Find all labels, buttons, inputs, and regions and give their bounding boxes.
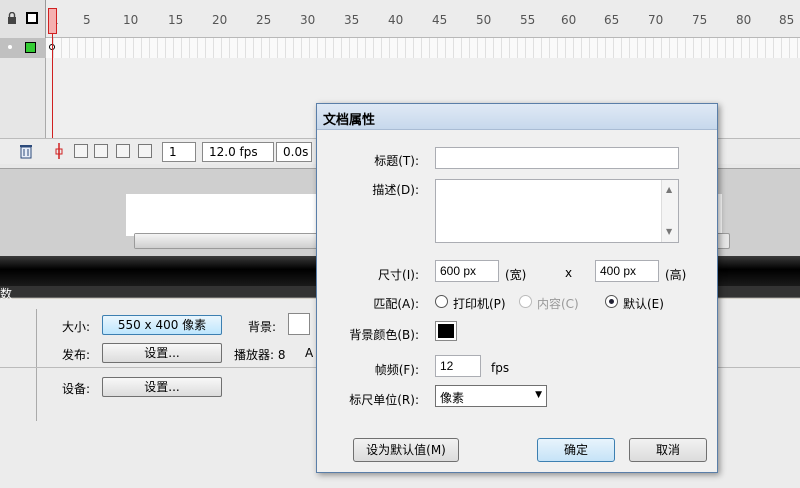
description-textarea[interactable]: ▲ ▼	[435, 179, 679, 243]
timeline-header: 1 5 10 15 20 25 30 35 40 45 50 55 60 65 …	[0, 0, 800, 38]
frame-number: 40	[388, 13, 404, 27]
match-default-label[interactable]: 默认(E)	[623, 295, 664, 312]
frame-number: 60	[561, 13, 577, 27]
actionscript-label: A	[305, 346, 314, 360]
frame-number: 55	[520, 13, 536, 27]
width-input[interactable]	[435, 260, 499, 282]
frame-number: 75	[692, 13, 708, 27]
layer-controls[interactable]	[0, 38, 46, 58]
frame-rate-input[interactable]	[435, 355, 481, 377]
background-color-swatch[interactable]	[288, 313, 310, 335]
ruler-units-label: 标尺单位(R):	[349, 393, 419, 407]
frame-number: 85	[779, 13, 795, 27]
match-contents-label: 内容(C)	[537, 297, 579, 311]
dialog-title[interactable]: 文档属性	[317, 104, 717, 130]
frame-rate-label: 帧频(F):	[374, 363, 419, 377]
frame-number: 65	[604, 13, 620, 27]
frame-number: 5	[83, 13, 91, 27]
match-label: 匹配(A):	[373, 297, 419, 311]
lock-icon[interactable]	[6, 11, 18, 24]
current-frame-field: 1	[162, 142, 196, 162]
frame-number: 25	[256, 13, 272, 27]
bg-color-picker[interactable]	[435, 321, 457, 341]
frame-number: 35	[344, 13, 360, 27]
device-label: 设备:	[62, 382, 91, 396]
match-contents-radio	[519, 295, 532, 308]
layer-color-icon[interactable]	[25, 42, 36, 53]
frame-rate-unit: fps	[491, 361, 510, 375]
cancel-button[interactable]: 取消	[629, 438, 707, 462]
frame-number: 70	[648, 13, 664, 27]
match-default-radio[interactable]	[605, 295, 618, 308]
frame-number: 50	[476, 13, 492, 27]
bg-color-fill	[438, 324, 454, 338]
layer-row[interactable]	[0, 38, 800, 58]
background-label: 背景:	[248, 320, 277, 334]
scroll-up-icon[interactable]: ▲	[666, 183, 672, 197]
document-size-button[interactable]: 550 x 400 像素	[102, 315, 222, 335]
frame-number: 45	[432, 13, 448, 27]
publish-settings-button[interactable]: 设置...	[102, 343, 222, 363]
frame-cells[interactable]	[46, 38, 800, 58]
title-field-label: 标题(T):	[374, 154, 419, 168]
ruler-units-value: 像素	[440, 391, 465, 405]
visibility-dot-icon[interactable]	[8, 45, 12, 49]
description-label: 描述(D):	[372, 183, 419, 197]
size-label: 大小:	[62, 320, 91, 334]
trash-icon[interactable]	[18, 143, 34, 162]
make-default-button[interactable]: 设为默认值(M)	[353, 438, 459, 462]
modify-markers-icon[interactable]	[138, 144, 152, 158]
frame-number: 10	[123, 13, 139, 27]
description-scrollbar[interactable]: ▲ ▼	[661, 180, 678, 242]
onion-outline-icon[interactable]	[94, 144, 108, 158]
ruler-units-select[interactable]: 像素 ▼	[435, 385, 547, 407]
width-unit-label: (宽)	[505, 268, 527, 282]
height-unit-label: (高)	[665, 268, 687, 282]
onion-skin-icon[interactable]	[74, 144, 88, 158]
bg-color-label: 背景颜色(B):	[349, 328, 419, 342]
document-properties-dialog: 文档属性 标题(T): 描述(D): ▲ ▼ 尺寸(I): (宽) x (高) …	[316, 103, 718, 473]
height-input[interactable]	[595, 260, 659, 282]
match-printer-radio[interactable]	[435, 295, 448, 308]
match-printer-label[interactable]: 打印机(P)	[453, 295, 506, 312]
layer-header	[0, 0, 46, 38]
edit-multiple-frames-icon[interactable]	[116, 144, 130, 158]
outline-icon[interactable]	[26, 12, 38, 24]
ok-button[interactable]: 确定	[537, 438, 615, 462]
divider	[36, 309, 37, 421]
times-label: x	[565, 266, 573, 280]
title-input[interactable]	[435, 147, 679, 169]
frame-number: 15	[168, 13, 184, 27]
elapsed-time-field: 0.0s	[276, 142, 312, 162]
dimensions-label: 尺寸(I):	[378, 268, 419, 282]
player-version-label: 播放器: 8	[234, 348, 286, 362]
playhead-handle[interactable]	[48, 8, 57, 34]
frame-number: 80	[736, 13, 752, 27]
center-frame-icon[interactable]	[54, 143, 64, 162]
scroll-down-icon[interactable]: ▼	[666, 225, 672, 239]
frame-number: 20	[212, 13, 228, 27]
frame-number: 30	[300, 13, 316, 27]
publish-label: 发布:	[62, 348, 91, 362]
device-settings-button[interactable]: 设置...	[102, 377, 222, 397]
layer-list-empty	[0, 58, 46, 138]
frame-rate-field[interactable]: 12.0 fps	[202, 142, 274, 162]
frame-ruler[interactable]: 1 5 10 15 20 25 30 35 40 45 50 55 60 65 …	[46, 0, 800, 38]
dropdown-arrow-icon[interactable]: ▼	[535, 390, 542, 400]
